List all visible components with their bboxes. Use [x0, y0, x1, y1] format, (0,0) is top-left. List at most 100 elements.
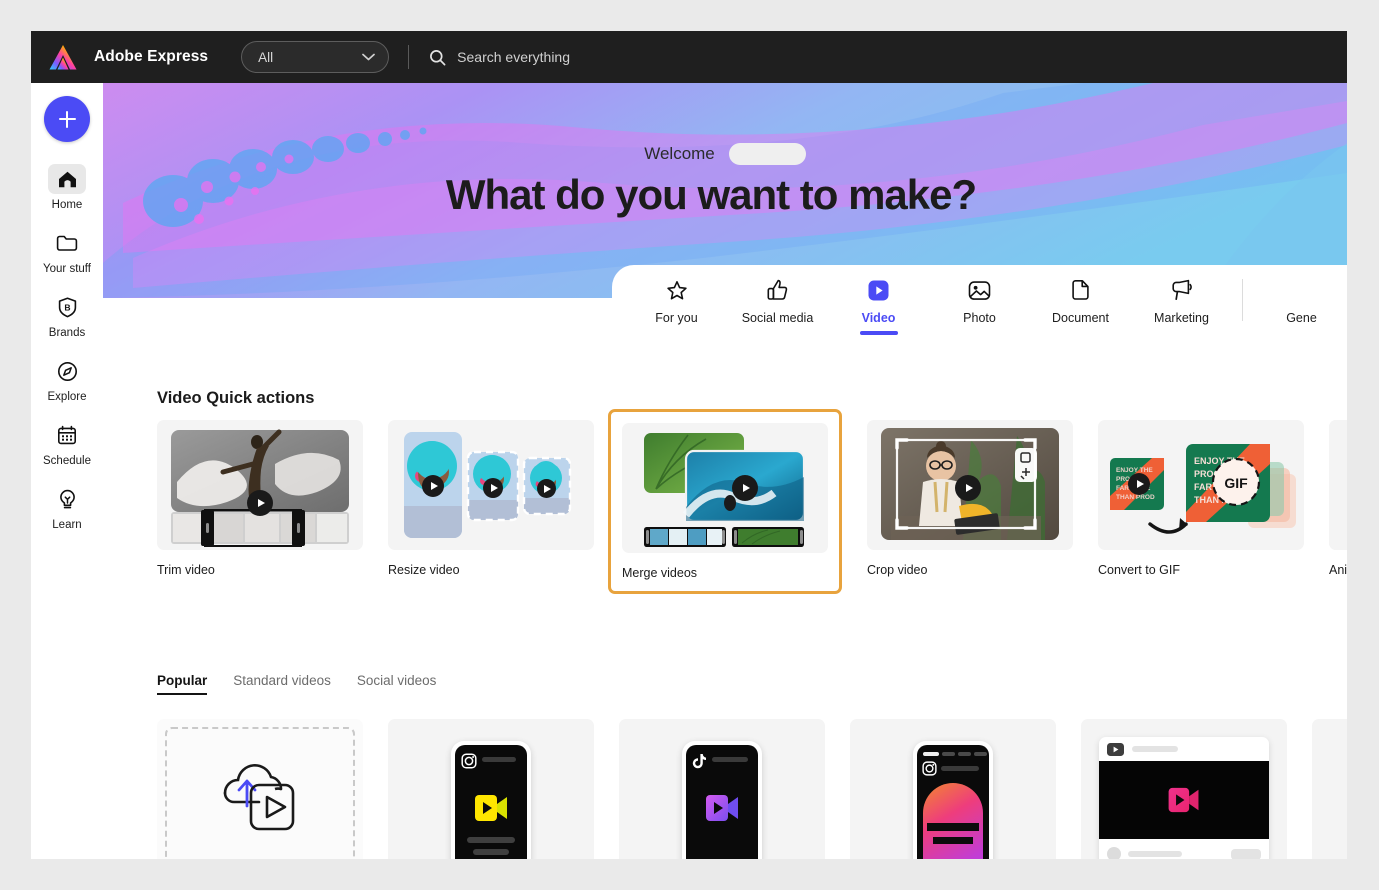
- welcome-text: Welcome: [644, 144, 715, 163]
- template-card-instagram-gradient[interactable]: [850, 719, 1056, 859]
- sidebar-item-label: Your stuff: [43, 263, 91, 275]
- tab-photo[interactable]: Photo: [929, 265, 1030, 325]
- image-icon: [968, 277, 991, 303]
- youtube-video-area: [1099, 761, 1269, 839]
- template-card-tiktok[interactable]: [619, 719, 825, 859]
- gradient-shape: [923, 783, 983, 859]
- tab-marketing[interactable]: Marketing: [1131, 265, 1232, 325]
- tab-label: Photo: [963, 311, 996, 325]
- play-icon: [955, 475, 981, 501]
- megaphone-icon: [1170, 277, 1193, 303]
- quick-action-card[interactable]: Resize video: [388, 420, 594, 594]
- convert-to-gif-thumbnail: ENJOY THEPROCESS FAR MORETHAN PROD ENJOY…: [1098, 420, 1304, 550]
- quick-action-label: Resize video: [388, 563, 460, 577]
- tab-label: Document: [1052, 311, 1109, 325]
- tab-label: Popular: [157, 673, 208, 688]
- tab-generative[interactable]: Gene: [1251, 265, 1347, 325]
- tab-video[interactable]: Video: [828, 265, 929, 325]
- search-scope-dropdown[interactable]: All: [241, 41, 390, 73]
- quick-action-card[interactable]: Crop video: [867, 420, 1073, 594]
- phone-mockup: [451, 741, 531, 859]
- search-icon: [430, 49, 446, 65]
- sidebar-item-your-stuff[interactable]: Your stuff: [37, 220, 97, 275]
- tab-standard-videos[interactable]: Standard videos: [233, 673, 331, 695]
- quick-action-label: Convert to GIF: [1098, 563, 1180, 577]
- template-card-youtube[interactable]: [1081, 719, 1287, 859]
- animate-from-audio-thumbnail: [1329, 420, 1347, 550]
- search-scope-value: All: [258, 49, 274, 65]
- brand-icon: B: [48, 292, 86, 322]
- tab-label: Video: [861, 311, 896, 325]
- phone-mockup: [913, 741, 993, 859]
- quick-action-label: Animate fro: [1329, 563, 1347, 577]
- quick-action-label: Merge videos: [622, 566, 698, 580]
- sidebar-item-schedule[interactable]: Schedule: [37, 412, 97, 467]
- tab-for-you[interactable]: For you: [626, 265, 727, 325]
- sidebar-item-label: Home: [51, 199, 83, 211]
- template-card-upload[interactable]: [157, 719, 363, 859]
- category-tabs: For you Social media Video Photo Documen…: [612, 265, 1347, 349]
- sidebar-item-learn[interactable]: Learn: [37, 476, 97, 531]
- search-input[interactable]: Search everything: [429, 49, 570, 66]
- play-icon: [1128, 473, 1150, 495]
- tabs-divider: [1242, 279, 1243, 321]
- tab-label: Gene: [1286, 311, 1317, 325]
- youtube-footer: [1099, 839, 1269, 859]
- thumbs-up-icon: [767, 277, 788, 303]
- sidebar-item-explore[interactable]: Explore: [37, 348, 97, 403]
- video-icon: [867, 277, 890, 303]
- cloud-upload-video-icon: [223, 764, 295, 831]
- youtube-icon: [1107, 742, 1124, 756]
- quick-action-label: Trim video: [157, 563, 215, 577]
- sidebar-item-label: Schedule: [43, 455, 91, 467]
- quick-action-label: Crop video: [867, 563, 928, 577]
- crop-video-thumbnail: [867, 420, 1073, 550]
- video-camera-icon: [475, 795, 507, 821]
- search-placeholder: Search everything: [457, 49, 570, 65]
- template-card-instagram[interactable]: [388, 719, 594, 859]
- tab-popular[interactable]: Popular: [157, 673, 208, 695]
- main-content: Welcome What do you want to make? For yo…: [103, 83, 1347, 859]
- tab-document[interactable]: Document: [1030, 265, 1131, 325]
- calendar-icon: [48, 420, 86, 450]
- sidebar-item-home[interactable]: Home: [37, 156, 97, 211]
- quick-action-card[interactable]: Trim video: [157, 420, 363, 594]
- instagram-icon: [922, 761, 937, 776]
- create-new-button[interactable]: [44, 96, 90, 142]
- video-camera-icon: [706, 795, 738, 821]
- bulb-icon: [48, 484, 86, 514]
- quick-action-card-selected[interactable]: Merge videos: [608, 409, 842, 594]
- tab-label: Social videos: [356, 673, 437, 688]
- phone-screen: [917, 745, 989, 859]
- template-card-phone-dark[interactable]: [1312, 719, 1347, 859]
- sidebar-item-label: Brands: [48, 327, 86, 339]
- tab-social-videos[interactable]: Social videos: [357, 673, 437, 695]
- tiktok-icon: [692, 754, 706, 769]
- top-bar: Adobe Express All Search everything: [31, 31, 1347, 83]
- svg-text:GIF: GIF: [1224, 475, 1248, 491]
- search-bar: All Search everything: [241, 41, 570, 73]
- adobe-express-logo[interactable]: [48, 44, 78, 71]
- trim-video-thumbnail: [157, 420, 363, 550]
- sidebar-item-brands[interactable]: B Brands: [37, 284, 97, 339]
- user-name-placeholder: [728, 143, 806, 165]
- template-row: [157, 719, 1347, 859]
- brand-name: Adobe Express: [94, 48, 209, 65]
- tab-label: For you: [655, 311, 698, 325]
- play-icon: [537, 479, 556, 498]
- home-icon: [48, 164, 86, 194]
- tab-label: Marketing: [1154, 311, 1209, 325]
- svg-text:B: B: [64, 302, 70, 312]
- welcome-row: Welcome: [103, 143, 1347, 165]
- chevron-down-icon: [362, 53, 376, 61]
- resize-video-thumbnail: [388, 420, 594, 550]
- quick-action-card[interactable]: Animate fro: [1329, 420, 1347, 594]
- phone-screen: [686, 745, 758, 859]
- play-icon: [483, 478, 503, 498]
- tab-social-media[interactable]: Social media: [727, 265, 828, 325]
- instagram-icon: [461, 753, 477, 769]
- compass-icon: [48, 356, 86, 386]
- folder-icon: [48, 228, 86, 258]
- quick-action-card[interactable]: ENJOY THEPROCESS FAR MORETHAN PROD ENJOY…: [1098, 420, 1304, 594]
- browser-viewport: Adobe Express All Search everything Home…: [31, 31, 1347, 859]
